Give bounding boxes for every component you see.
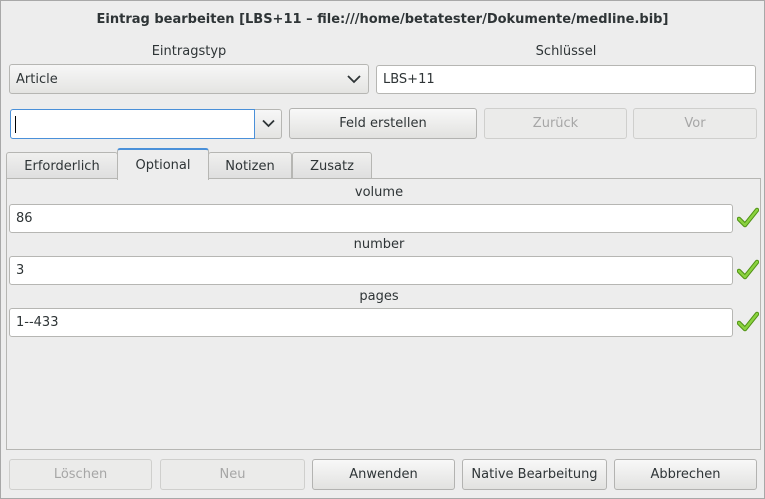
- new-button[interactable]: Neu: [160, 459, 305, 490]
- check-icon: [737, 259, 759, 280]
- window-title: Eintrag bearbeiten [LBS+11 – file:///hom…: [96, 11, 669, 27]
- delete-button[interactable]: Löschen: [9, 459, 152, 490]
- field-name-input[interactable]: [10, 109, 255, 139]
- forward-button[interactable]: Vor: [633, 108, 757, 139]
- tab-required[interactable]: Erforderlich: [6, 152, 118, 179]
- field-name-dropdown-button[interactable]: [255, 109, 282, 139]
- chevron-down-icon: [340, 65, 368, 93]
- cancel-button[interactable]: Abbrechen: [614, 459, 757, 490]
- field-name-combo[interactable]: [10, 109, 282, 139]
- tab-optional[interactable]: Optional: [117, 148, 209, 180]
- back-button[interactable]: Zurück: [484, 108, 627, 139]
- native-edit-button[interactable]: Native Bearbeitung: [462, 459, 607, 490]
- pages-input[interactable]: 1--433: [9, 308, 733, 337]
- check-icon: [737, 207, 759, 228]
- edit-entry-dialog: Eintrag bearbeiten [LBS+11 – file:///hom…: [0, 0, 765, 499]
- chevron-down-icon: [261, 117, 275, 132]
- entry-type-select[interactable]: Article: [9, 64, 369, 94]
- tab-extra[interactable]: Zusatz: [292, 152, 372, 179]
- entry-type-value: Article: [16, 71, 58, 87]
- entry-type-label: Eintragstyp: [151, 44, 227, 59]
- apply-button[interactable]: Anwenden: [312, 459, 455, 490]
- field-label-volume: volume: [354, 185, 404, 200]
- number-input[interactable]: 3: [9, 256, 733, 285]
- field-label-pages: pages: [359, 289, 399, 304]
- tab-notes[interactable]: Notizen: [208, 152, 292, 179]
- key-input[interactable]: LBS+11: [376, 65, 756, 94]
- volume-input[interactable]: 86: [9, 204, 733, 233]
- key-label: Schlüssel: [535, 44, 597, 59]
- check-icon: [737, 311, 759, 332]
- field-label-number: number: [353, 237, 405, 252]
- create-field-button[interactable]: Feld erstellen: [289, 108, 477, 139]
